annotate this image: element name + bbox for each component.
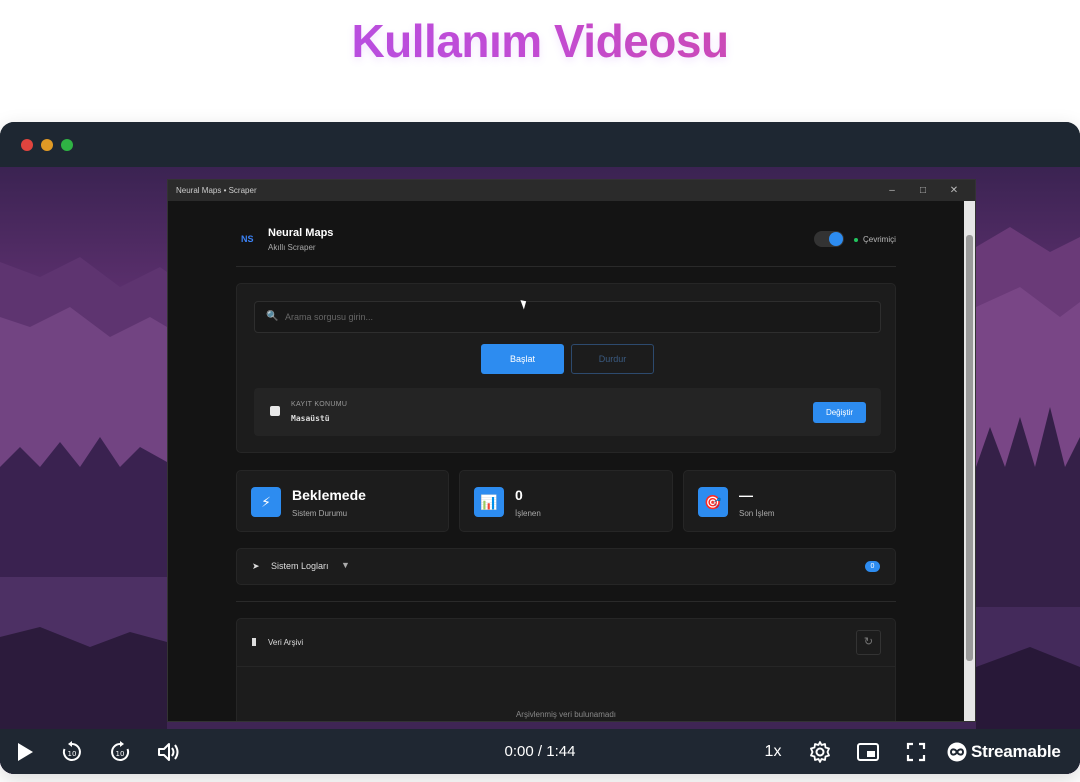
brand-subtitle: Akıllı Scraper: [268, 243, 316, 252]
start-button[interactable]: Başlat: [481, 344, 564, 374]
forward-10-button[interactable]: 10: [106, 729, 134, 774]
search-card: 🔍 Arama sorgusu girin... Başlat Durdur K…: [236, 283, 896, 453]
app-titlebar: Neural Maps • Scraper – □ ✕: [168, 180, 975, 201]
page-title: Kullanım Videosu: [0, 14, 1080, 68]
stat-card-last: 🎯 — Son İşlem: [683, 470, 896, 532]
svg-text:10: 10: [68, 750, 77, 758]
section-divider: [236, 601, 896, 602]
stat-value: 0: [515, 487, 523, 503]
stat-card-processed: 📊 0 İşlenen: [459, 470, 673, 532]
stop-button[interactable]: Durdur: [571, 344, 654, 374]
streamable-logo-icon: [947, 742, 967, 761]
toggle-knob: [829, 232, 843, 246]
online-toggle[interactable]: [814, 231, 844, 247]
player-controls: 10 10 0:00 / 1:44 1x Streamable: [0, 729, 1080, 774]
video-player: Neural Maps • Scraper – □ ✕ NS Neural Ma…: [0, 122, 1080, 774]
pointer-icon: ➤: [252, 561, 260, 571]
gear-icon: [810, 740, 830, 763]
chart-icon: 📊: [474, 487, 504, 517]
svg-text:10: 10: [116, 750, 125, 758]
scrollbar[interactable]: [964, 201, 975, 721]
lightning-icon: ⚡: [251, 487, 281, 517]
play-icon: [18, 742, 33, 761]
stat-label: Son İşlem: [739, 509, 775, 518]
stat-value: Beklemede: [292, 487, 366, 503]
search-icon: 🔍: [266, 311, 279, 322]
picture-in-picture-button[interactable]: [854, 729, 882, 774]
stat-label: İşlenen: [515, 509, 541, 518]
refresh-icon[interactable]: ↻: [856, 630, 881, 655]
search-placeholder: Arama sorgusu girin...: [285, 312, 374, 322]
picture-in-picture-icon: [857, 742, 879, 761]
zoom-dot-icon: [61, 139, 73, 151]
search-input[interactable]: 🔍 Arama sorgusu girin...: [254, 301, 881, 333]
stat-value: —: [739, 487, 753, 503]
minimize-dot-icon: [41, 139, 53, 151]
target-icon: 🎯: [698, 487, 728, 517]
archive-icon: [252, 638, 256, 646]
volume-button[interactable]: [155, 729, 183, 774]
settings-button[interactable]: [806, 729, 834, 774]
header-divider: [236, 266, 896, 267]
fullscreen-button[interactable]: [902, 729, 930, 774]
window-chrome-bar: [0, 122, 1080, 167]
close-dot-icon: [21, 139, 33, 151]
archive-empty-text: Arşivlenmiş veri bulunamadı: [515, 710, 617, 719]
fullscreen-icon: [906, 742, 926, 761]
scrollbar-thumb[interactable]: [966, 235, 973, 661]
forward-10-icon: 10: [111, 740, 130, 761]
save-location-value: Masaüstü: [291, 414, 330, 423]
save-location-box: KAYIT KONUMU Masaüstü Değiştir: [254, 388, 881, 436]
archive-panel: Veri Arşivi ↻ Arşivlenmiş veri bulunamad…: [236, 618, 896, 721]
brand-logo: NS: [241, 234, 254, 244]
chevron-down-icon[interactable]: ▼: [341, 560, 350, 570]
playback-speed-button[interactable]: 1x: [760, 729, 786, 774]
stat-card-status: ⚡ Beklemede Sistem Durumu: [236, 470, 449, 532]
logs-panel[interactable]: ➤ Sistem Logları ▼ 0: [236, 548, 896, 585]
app-window: Neural Maps • Scraper – □ ✕ NS Neural Ma…: [167, 179, 976, 722]
rewind-10-button[interactable]: 10: [58, 729, 86, 774]
app-content: NS Neural Maps Akıllı Scraper Çevrimiçi …: [236, 201, 896, 721]
minimize-button[interactable]: –: [877, 180, 907, 201]
status-text: Çevrimiçi: [863, 235, 896, 244]
status-dot-icon: [854, 238, 858, 242]
archive-separator: [237, 666, 895, 667]
rewind-10-icon: 10: [62, 740, 81, 761]
maximize-button[interactable]: □: [908, 180, 938, 201]
brand-name: Neural Maps: [268, 227, 334, 239]
volume-icon: [158, 742, 179, 761]
change-location-button[interactable]: Değiştir: [813, 402, 866, 423]
folder-icon: [270, 406, 280, 416]
window-title: Neural Maps • Scraper: [176, 186, 257, 195]
stat-label: Sistem Durumu: [292, 509, 348, 518]
close-button[interactable]: ✕: [939, 180, 969, 201]
play-button[interactable]: [12, 729, 38, 774]
streamable-logo[interactable]: Streamable: [946, 729, 1064, 774]
streamable-label: Streamable: [971, 741, 1061, 761]
save-location-label: KAYIT KONUMU: [291, 401, 348, 408]
archive-title: Veri Arşivi: [268, 638, 304, 647]
logs-title: Sistem Logları: [271, 561, 329, 571]
logs-count-badge: 0: [865, 561, 880, 572]
video-frame[interactable]: Neural Maps • Scraper – □ ✕ NS Neural Ma…: [0, 167, 1080, 774]
